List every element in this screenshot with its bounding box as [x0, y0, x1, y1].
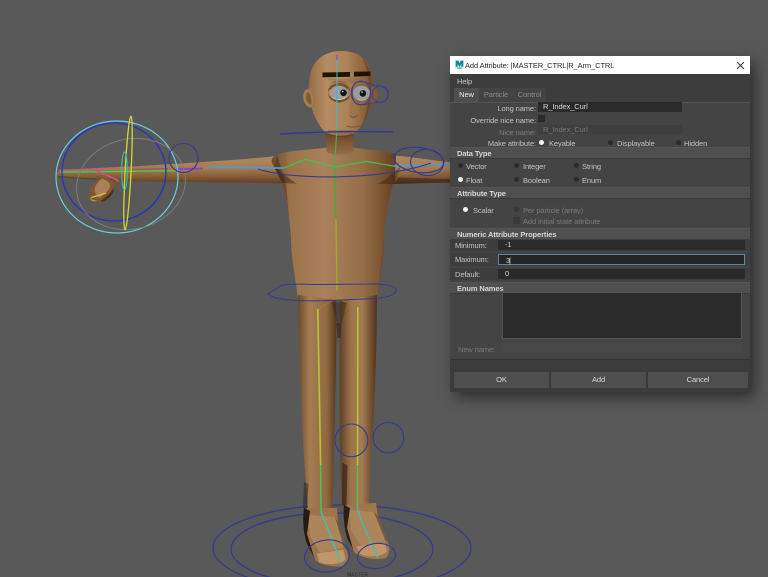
svg-text:MASTER: MASTER	[347, 573, 368, 577]
